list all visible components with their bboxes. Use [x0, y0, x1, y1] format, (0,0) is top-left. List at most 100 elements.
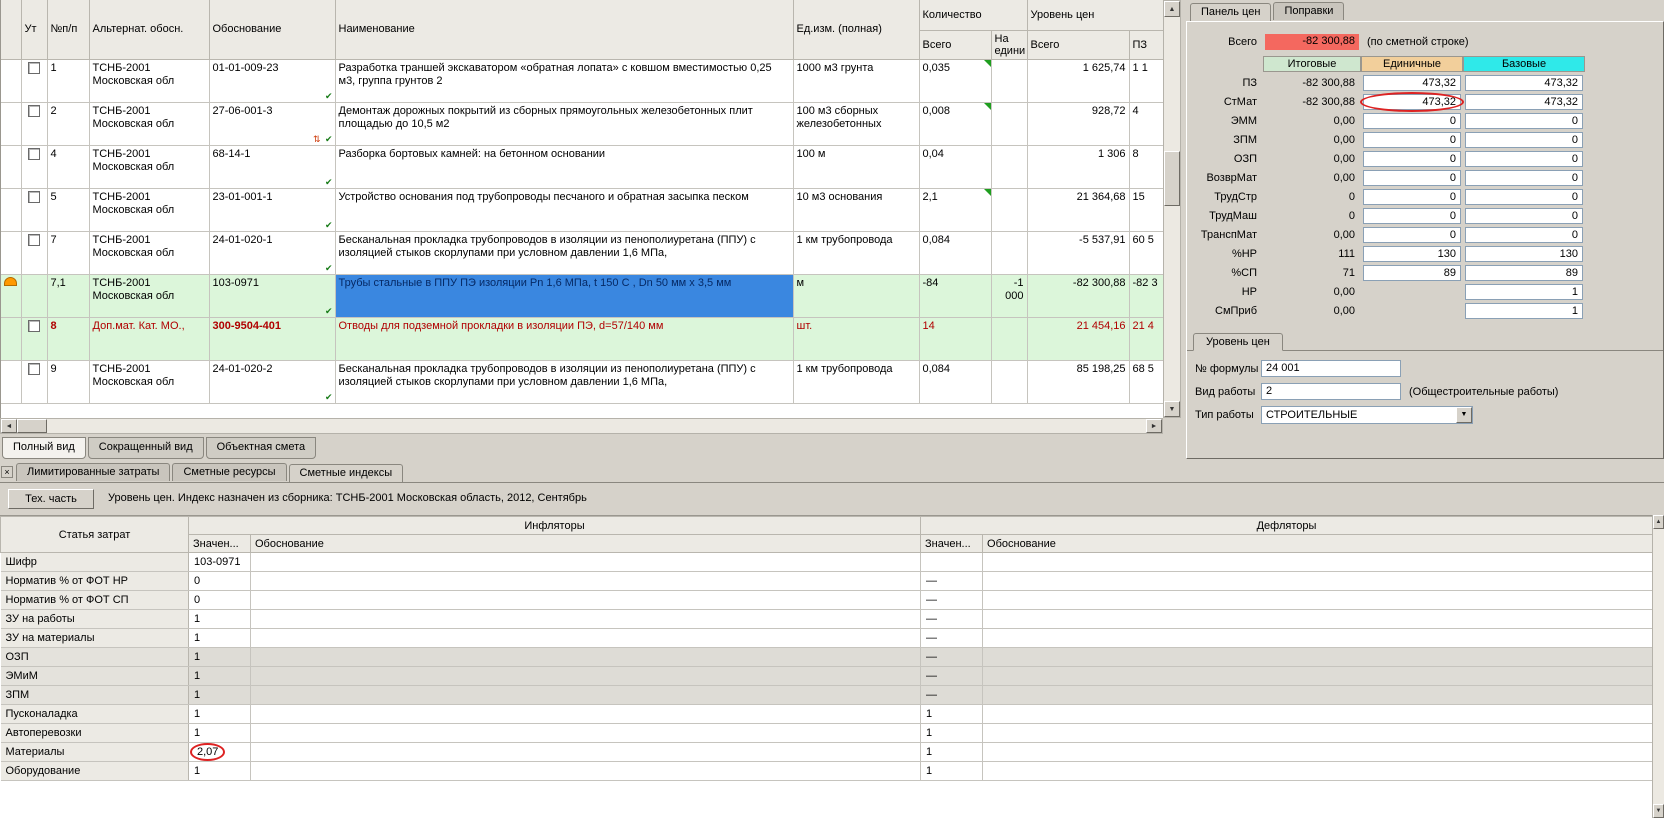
tech-part-button[interactable]: Тех. часть	[8, 489, 94, 509]
deflator-basis[interactable]	[983, 705, 1652, 724]
col-header-inflator-basis[interactable]: Обоснование	[251, 535, 921, 553]
deflator-basis[interactable]	[983, 629, 1652, 648]
row-checkbox[interactable]	[28, 363, 40, 375]
work-type-select[interactable]: СТРОИТЕЛЬНЫЕ ▼	[1261, 406, 1473, 424]
tab-full-view[interactable]: Полный вид	[2, 437, 86, 459]
deflator-value[interactable]: —	[921, 572, 983, 591]
estimate-row[interactable]: 4ТСНБ-2001 Московская обл68-14-1✔Разборк…	[1, 145, 1163, 188]
inflator-basis[interactable]	[251, 743, 921, 762]
col-header-price-total[interactable]: Всего	[1027, 30, 1129, 59]
grid-horizontal-scrollbar[interactable]: ◄ ►	[0, 418, 1163, 434]
scroll-down-icon[interactable]: ▼	[1653, 804, 1664, 818]
index-row[interactable]: Оборудование11	[1, 762, 1653, 781]
price-unit-value[interactable]: 0	[1361, 227, 1463, 243]
inflator-basis[interactable]	[251, 648, 921, 667]
price-base-value[interactable]: 0	[1463, 151, 1585, 167]
inflator-value[interactable]: 2,07	[189, 743, 251, 762]
deflator-value[interactable]: —	[921, 667, 983, 686]
deflator-basis[interactable]	[983, 724, 1652, 743]
index-row[interactable]: ОЗП1—	[1, 648, 1653, 667]
inflator-value[interactable]: 1	[189, 648, 251, 667]
row-checkbox[interactable]	[28, 105, 40, 117]
index-row[interactable]: Материалы2,071	[1, 743, 1653, 762]
inflator-basis[interactable]	[251, 553, 921, 572]
deflator-value[interactable]	[921, 553, 983, 572]
col-header-qty-total[interactable]: Всего	[919, 30, 991, 59]
price-unit-value[interactable]: 0	[1361, 132, 1463, 148]
deflator-basis[interactable]	[983, 667, 1652, 686]
price-base-value[interactable]: 1	[1463, 284, 1585, 300]
price-unit-value[interactable]: 0	[1361, 170, 1463, 186]
index-row[interactable]: ЗУ на работы1—	[1, 610, 1653, 629]
inflator-basis[interactable]	[251, 762, 921, 781]
tab-object-estimate[interactable]: Объектная смета	[206, 437, 317, 459]
scroll-up-icon[interactable]: ▲	[1164, 1, 1180, 17]
work-kind-field[interactable]: 2	[1261, 383, 1401, 400]
price-unit-value[interactable]: 89	[1361, 265, 1463, 281]
col-header-deflator-basis[interactable]: Обоснование	[983, 535, 1652, 553]
scroll-down-icon[interactable]: ▼	[1164, 401, 1180, 417]
deflator-value[interactable]: —	[921, 686, 983, 705]
index-row[interactable]: Норматив % от ФОТ СП0—	[1, 591, 1653, 610]
row-name[interactable]: Трубы стальные в ППУ ПЭ изоляции Pn 1,6 …	[335, 274, 793, 317]
estimate-row[interactable]: 1ТСНБ-2001 Московская обл01-01-009-23✔Ра…	[1, 59, 1163, 102]
vertical-scroll-thumb[interactable]	[1164, 151, 1180, 206]
deflator-value[interactable]: 1	[921, 743, 983, 762]
row-checkbox[interactable]	[28, 320, 40, 332]
estimate-row[interactable]: 2ТСНБ-2001 Московская обл27-06-001-3✔⇅Де…	[1, 102, 1163, 145]
price-unit-value[interactable]: 473,32	[1361, 75, 1463, 91]
inflator-value[interactable]: 103-0971	[189, 553, 251, 572]
col-header-unit[interactable]: Ед.изм. (полная)	[793, 0, 919, 59]
price-base-value[interactable]: 0	[1463, 227, 1585, 243]
index-row[interactable]: Шифр103-0971	[1, 553, 1653, 572]
deflator-value[interactable]: 1	[921, 762, 983, 781]
grid-vertical-scrollbar[interactable]: ▲ ▼	[1163, 0, 1181, 418]
row-checkbox[interactable]	[28, 62, 40, 74]
deflator-value[interactable]: —	[921, 610, 983, 629]
deflator-basis[interactable]	[983, 648, 1652, 667]
inflator-basis[interactable]	[251, 705, 921, 724]
estimate-row[interactable]: 7ТСНБ-2001 Московская обл24-01-020-1✔Бес…	[1, 231, 1163, 274]
estimate-row[interactable]: 8Доп.мат. Кат. МО.,300-9504-401Отводы дл…	[1, 317, 1163, 360]
price-unit-value[interactable]: 130	[1361, 246, 1463, 262]
chevron-down-icon[interactable]: ▼	[1456, 407, 1472, 423]
row-check-cell[interactable]	[21, 188, 47, 231]
scroll-right-icon[interactable]: ►	[1146, 419, 1162, 433]
indices-vertical-scrollbar[interactable]: ▲ ▼	[1652, 515, 1664, 818]
tab-estimate-resources[interactable]: Сметные ресурсы	[172, 463, 286, 481]
estimate-row[interactable]: 5ТСНБ-2001 Московская обл23-01-001-1✔Уст…	[1, 188, 1163, 231]
row-checkbox[interactable]	[28, 234, 40, 246]
tab-price-level[interactable]: Уровень цен	[1193, 333, 1283, 351]
col-header-inflators[interactable]: Инфляторы	[189, 517, 921, 535]
col-header-ut[interactable]: Ут	[21, 0, 47, 59]
inflator-basis[interactable]	[251, 629, 921, 648]
col-header-cost-article[interactable]: Статья затрат	[1, 517, 189, 553]
index-row[interactable]: ЭМиМ1—	[1, 667, 1653, 686]
deflator-value[interactable]: 1	[921, 724, 983, 743]
deflator-basis[interactable]	[983, 686, 1652, 705]
deflator-value[interactable]: —	[921, 629, 983, 648]
row-name[interactable]: Устройство основания под трубопроводы пе…	[335, 188, 793, 231]
inflator-basis[interactable]	[251, 591, 921, 610]
tab-short-view[interactable]: Сокращенный вид	[88, 437, 204, 459]
inflator-basis[interactable]	[251, 667, 921, 686]
col-header-basis[interactable]: Обоснование	[209, 0, 335, 59]
price-base-value[interactable]: 0	[1463, 189, 1585, 205]
col-header-num[interactable]: №п/п	[47, 0, 89, 59]
col-header-inflator-value[interactable]: Значен...	[189, 535, 251, 553]
row-name[interactable]: Отводы для подземной прокладки в изоляци…	[335, 317, 793, 360]
col-header-deflator-value[interactable]: Значен...	[921, 535, 983, 553]
inflator-value[interactable]: 1	[189, 667, 251, 686]
row-check-cell[interactable]	[21, 360, 47, 403]
estimate-row[interactable]: 7,1ТСНБ-2001 Московская обл103-0971✔Труб…	[1, 274, 1163, 317]
row-name[interactable]: Разработка траншей экскаватором «обратна…	[335, 59, 793, 102]
tab-limited-costs[interactable]: Лимитированные затраты	[16, 463, 170, 481]
row-check-cell[interactable]	[21, 59, 47, 102]
inflator-value[interactable]: 0	[189, 572, 251, 591]
inflator-basis[interactable]	[251, 610, 921, 629]
col-header-qty-per-unit[interactable]: На едини	[991, 30, 1027, 59]
inflator-basis[interactable]	[251, 686, 921, 705]
close-icon[interactable]: ×	[1, 466, 13, 478]
row-check-cell[interactable]	[21, 145, 47, 188]
deflator-value[interactable]: 1	[921, 705, 983, 724]
